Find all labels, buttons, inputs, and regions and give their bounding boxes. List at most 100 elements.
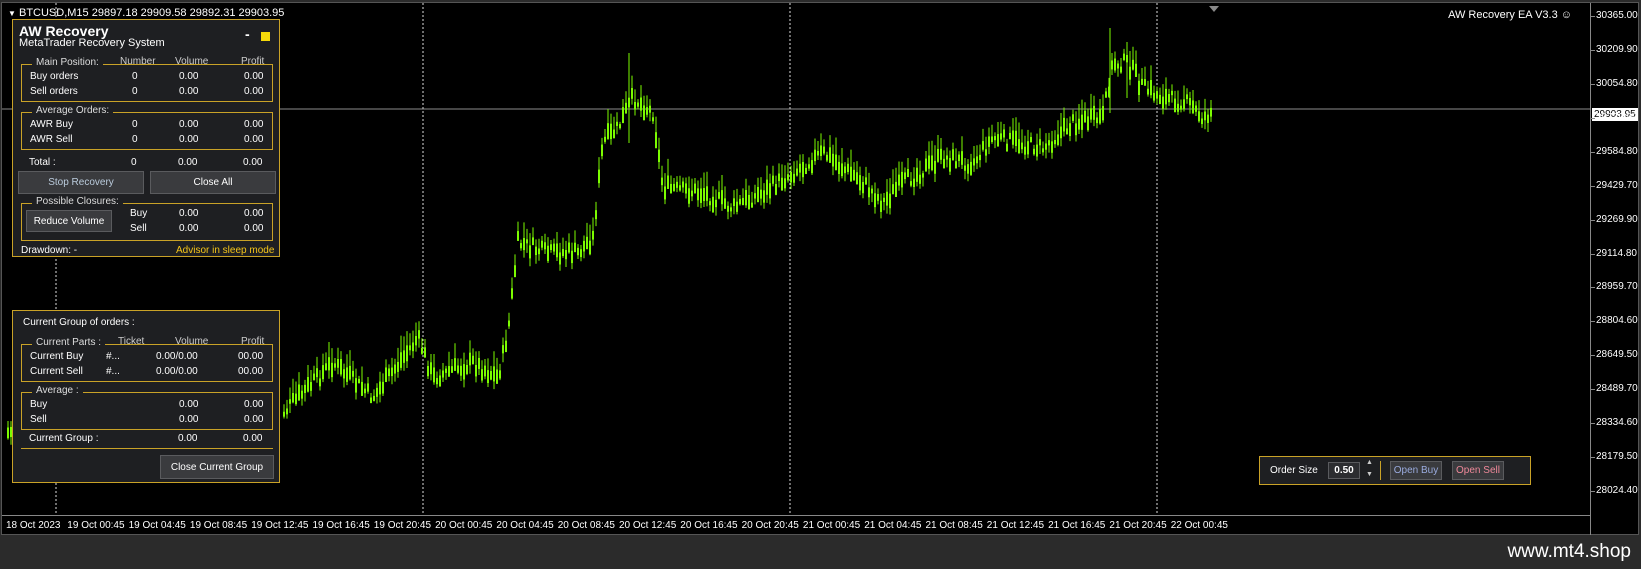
candle-body (1141, 78, 1143, 85)
stop-recovery-button[interactable]: Stop Recovery (18, 171, 144, 194)
minimize-button[interactable]: - (245, 26, 250, 42)
candle-body (544, 242, 546, 250)
candle-body (943, 158, 945, 169)
candle-body (1123, 53, 1125, 61)
candle-body (979, 154, 981, 161)
candle-body (517, 231, 519, 241)
candle-body (751, 202, 753, 208)
candle-body (631, 88, 633, 99)
total-label: Total : (29, 157, 56, 168)
candle-body (1009, 132, 1011, 140)
candle-body (766, 179, 768, 195)
candle-body (709, 201, 711, 206)
sell-orders-label: Sell orders (30, 86, 78, 97)
open-buy-button[interactable]: Open Buy (1390, 461, 1442, 480)
price-tick (1591, 321, 1595, 323)
candle-body (493, 366, 495, 382)
candle-body (697, 188, 699, 201)
candle-body (1024, 146, 1026, 155)
average-sell-volume: 0.00 (179, 414, 199, 425)
candle-body (553, 243, 555, 252)
candle-body (934, 160, 936, 174)
candle-body (646, 107, 648, 115)
closure-sell-volume: 0.00 (179, 223, 199, 234)
candle-body (301, 390, 303, 399)
candle-body (985, 149, 987, 156)
candle-body (622, 107, 624, 124)
candle-body (502, 345, 504, 354)
candle-body (946, 155, 948, 160)
price-label: 29114.80 (1596, 247, 1637, 259)
reduce-volume-button[interactable]: Reduce Volume (26, 210, 112, 232)
candle-body (592, 230, 594, 240)
closure-sell-label: Sell (130, 223, 147, 234)
candle-body (313, 373, 315, 381)
candle-body (976, 156, 978, 164)
time-label: 20 Oct 16:45 (680, 520, 738, 531)
order-size-input[interactable]: 0.50 (1328, 462, 1360, 479)
yellow-square-icon[interactable] (261, 32, 270, 41)
order-size-up-icon[interactable]: ▲ (1366, 459, 1373, 466)
candle-body (355, 378, 357, 393)
candle-body (1081, 114, 1083, 130)
candle-body (391, 367, 393, 377)
candle-body (505, 340, 507, 353)
closure-buy-volume: 0.00 (179, 208, 199, 219)
total-number: 0 (131, 157, 137, 168)
candle-body (739, 198, 741, 205)
price-label: 30365.00 (1596, 10, 1638, 21)
candle-body (610, 123, 612, 140)
candle-body (292, 393, 294, 403)
candle-body (625, 102, 627, 114)
close-current-group-button[interactable]: Close Current Group (160, 455, 274, 479)
price-axis[interactable]: 29903.95 30365.00 30209.90 30054.80 29739.9… (1590, 3, 1641, 536)
time-axis[interactable]: 18 Oct 2023 19 Oct 00:45 19 Oct 04:45 19 Oc… (2, 515, 1590, 536)
candle-body (694, 183, 696, 194)
closure-buy-profit: 0.00 (244, 208, 264, 219)
shift-marker-icon (1209, 6, 1219, 12)
time-label: 20 Oct 00:45 (435, 520, 493, 531)
candle-body (970, 161, 972, 175)
candle-body (1129, 66, 1131, 80)
candle-body (925, 158, 927, 172)
candle-body (328, 357, 330, 371)
candle-body (814, 149, 816, 162)
candle-body (643, 105, 645, 121)
total-volume: 0.00 (178, 157, 198, 168)
candle-body (1078, 118, 1080, 130)
candle-body (526, 239, 528, 244)
current-buy-ticket: #... (106, 351, 120, 362)
current-parts-box: Current Parts : Ticket Volume Profit Cur… (21, 336, 273, 382)
candle-body (808, 164, 810, 169)
candle-body (595, 210, 597, 220)
candle-body (820, 145, 822, 156)
candle-body (352, 370, 354, 377)
candle-body (748, 194, 750, 210)
possible-closures-box: Possible Closures: Reduce Volume Buy 0.0… (21, 196, 273, 241)
candle-body (1063, 117, 1065, 132)
candle-body (685, 183, 687, 194)
sell-orders-volume: 0.00 (179, 86, 199, 97)
candle-body (376, 387, 378, 397)
candle-body (745, 190, 747, 206)
chart-window[interactable]: ▼ BTCUSD,M15 29897.18 29909.58 29892.31 … (1, 2, 1641, 536)
open-sell-button[interactable]: Open Sell (1452, 461, 1504, 480)
candle-body (616, 121, 618, 126)
candle-body (1018, 139, 1020, 154)
candle-body (880, 200, 882, 212)
candle-body (361, 381, 363, 396)
candle-body (931, 155, 933, 171)
order-size-down-icon[interactable]: ▼ (1366, 471, 1373, 478)
average-legend: Average : (32, 385, 83, 396)
candle-body (451, 366, 453, 373)
candle-body (283, 411, 285, 417)
price-tick (1591, 16, 1595, 17)
candle-body (1105, 91, 1107, 98)
close-all-button[interactable]: Close All (150, 171, 276, 194)
candle-body (895, 181, 897, 198)
average-box: Average : Buy 0.00 0.00 Sell 0.00 0.00 (21, 385, 273, 430)
price-label: 30209.90 (1596, 43, 1638, 55)
candle-body (1057, 134, 1059, 145)
price-label: 28649.50 (1596, 349, 1638, 361)
candle-body (1042, 148, 1044, 153)
